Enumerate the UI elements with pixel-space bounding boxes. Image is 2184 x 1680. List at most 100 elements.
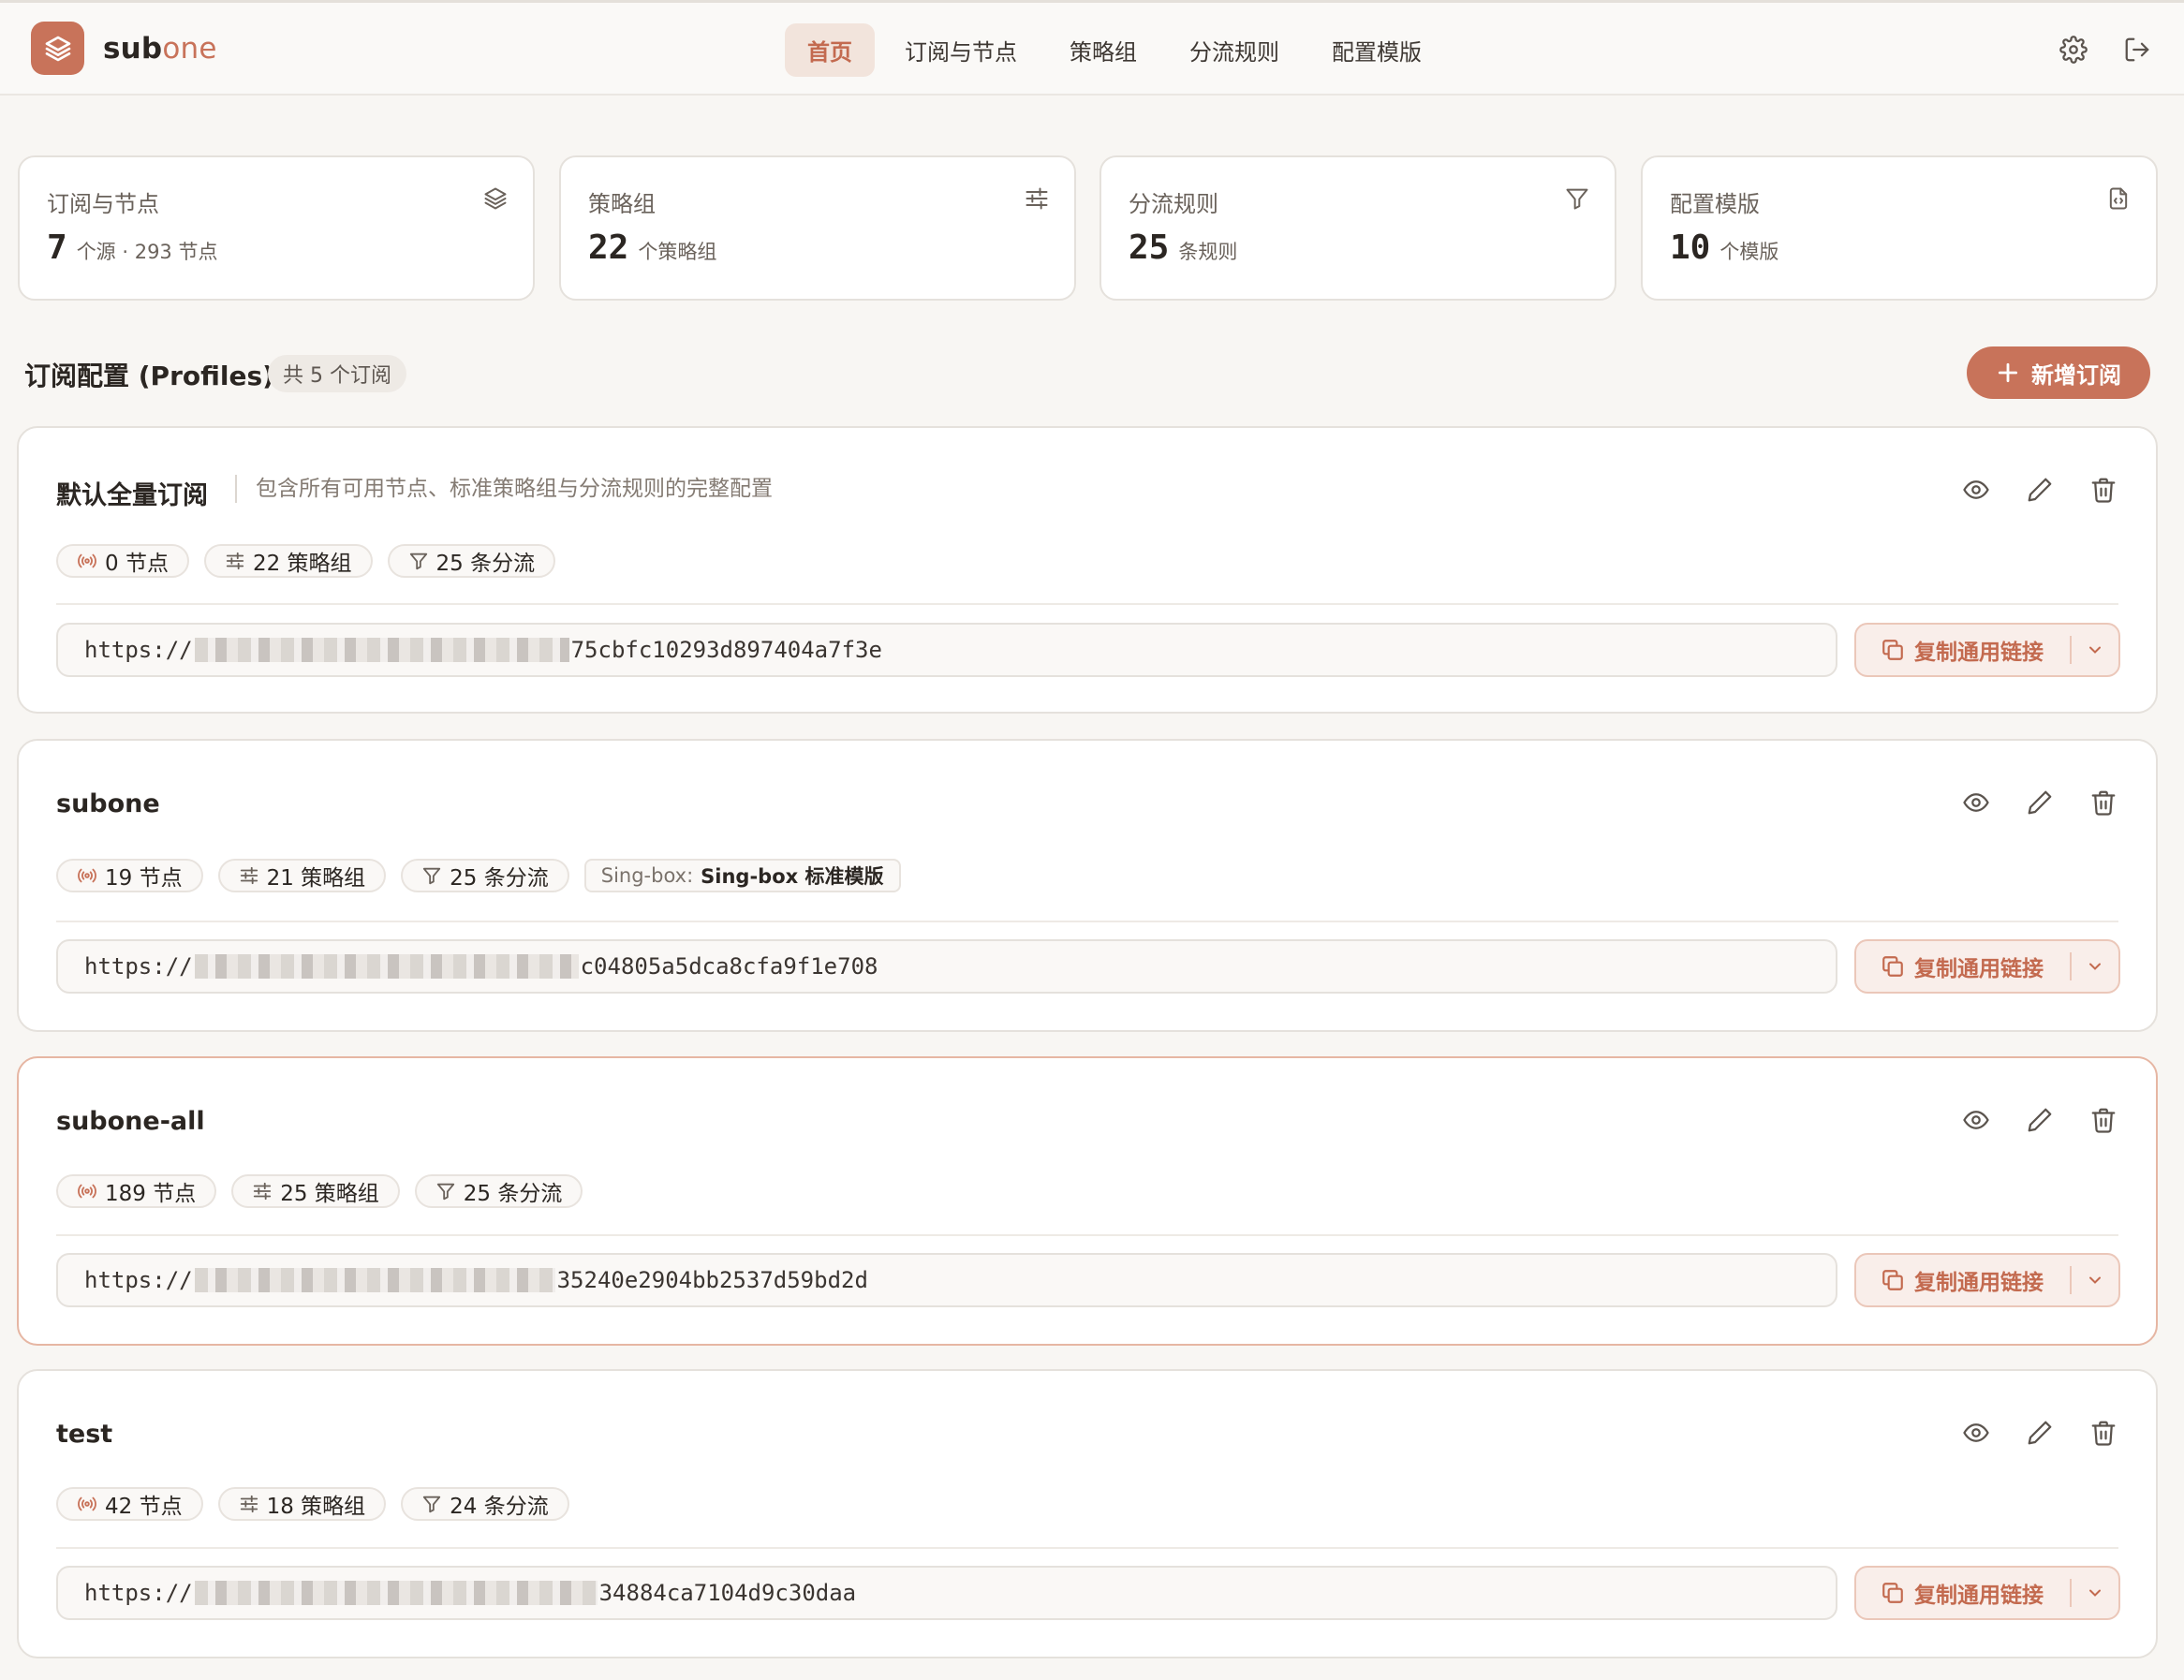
copy-link-button: 复制通用链接 xyxy=(1854,1253,2120,1307)
template-label: Sing-box: xyxy=(600,864,694,887)
settings-icon[interactable] xyxy=(2055,31,2092,68)
nav-templates[interactable]: 配置模版 xyxy=(1309,23,1444,77)
stat-card-policy-groups[interactable]: 策略组 22 个策略组 xyxy=(559,155,1076,301)
stat-subtext: 个策略组 xyxy=(638,241,717,263)
copy-link-label: 复制通用链接 xyxy=(1914,641,2044,665)
filter-icon xyxy=(1564,185,1590,212)
copy-link-main[interactable]: 复制通用链接 xyxy=(1856,625,2070,675)
nodes-count: 42 节点 xyxy=(105,1495,183,1519)
view-icon[interactable] xyxy=(1957,784,1995,821)
divider xyxy=(56,1547,2118,1549)
copy-icon xyxy=(1882,640,1903,660)
profile-name: 默认全量订阅 xyxy=(56,481,208,510)
brand-name-accent: one xyxy=(162,31,217,66)
add-subscription-button[interactable]: 新增订阅 xyxy=(1967,346,2150,399)
profile-name: subone xyxy=(56,789,160,818)
subscription-url-field[interactable]: https:// 34884ca7104d9c30daa xyxy=(56,1566,1837,1620)
nodes-count: 0 节点 xyxy=(105,552,169,576)
chevron-down-icon[interactable] xyxy=(2072,1255,2118,1305)
delete-icon[interactable] xyxy=(2085,1414,2122,1452)
filter-icon xyxy=(422,867,441,885)
edit-icon[interactable] xyxy=(2021,471,2059,508)
groups-count: 21 策略组 xyxy=(266,866,366,891)
stat-title: 配置模版 xyxy=(1670,191,1760,217)
copy-link-label: 复制通用链接 xyxy=(1914,1584,2044,1608)
profile-name: test xyxy=(56,1420,113,1449)
edit-icon[interactable] xyxy=(2021,1414,2059,1452)
divider xyxy=(56,1234,2118,1236)
stat-title: 策略组 xyxy=(588,191,656,217)
copy-link-label: 复制通用链接 xyxy=(1914,957,2044,981)
logout-icon[interactable] xyxy=(2118,31,2156,68)
subscription-url-field[interactable]: https:// 35240e2904bb2537d59bd2d xyxy=(56,1253,1837,1307)
nav-policy-groups[interactable]: 策略组 xyxy=(1047,23,1159,77)
nav-subscriptions[interactable]: 订阅与节点 xyxy=(882,23,1040,77)
stat-value: 22 xyxy=(588,228,629,267)
template-value: Sing-box 标准模版 xyxy=(701,865,884,888)
rules-count: 25 条分流 xyxy=(435,552,536,576)
subscription-url-field[interactable]: https:// 75cbfc10293d897404a7f3e xyxy=(56,623,1837,677)
stat-card-templates[interactable]: 配置模版 10 个模版 xyxy=(1641,155,2158,301)
chevron-down-icon[interactable] xyxy=(2072,941,2118,992)
copy-link-button: 复制通用链接 xyxy=(1854,1566,2120,1620)
delete-icon[interactable] xyxy=(2085,471,2122,508)
nav-rules[interactable]: 分流规则 xyxy=(1167,23,1302,77)
add-subscription-label: 新增订阅 xyxy=(2031,361,2121,389)
layers-icon xyxy=(482,185,509,212)
edit-icon[interactable] xyxy=(2021,784,2059,821)
stat-subtext: 个源 · 293 节点 xyxy=(76,241,218,263)
sliders-icon xyxy=(226,552,244,570)
view-icon[interactable] xyxy=(1957,471,1995,508)
filter-icon xyxy=(409,553,427,570)
stat-value: 25 xyxy=(1129,228,1170,267)
rules-tag: 25 条分流 xyxy=(414,1174,583,1208)
top-actions xyxy=(2029,31,2156,68)
delete-icon[interactable] xyxy=(2085,784,2122,821)
profile-card: test 42 节点 18 策略组 24 条分流 https:// 34884c… xyxy=(17,1369,2158,1658)
copy-link-main[interactable]: 复制通用链接 xyxy=(1856,1568,2070,1618)
stat-subtext: 条规则 xyxy=(1178,241,1238,263)
divider xyxy=(56,603,2118,605)
sliders-icon xyxy=(240,866,258,885)
groups-tag: 22 策略组 xyxy=(203,544,373,578)
copy-link-button: 复制通用链接 xyxy=(1854,623,2120,677)
redacted-url-segment xyxy=(194,1581,598,1605)
stat-card-rules[interactable]: 分流规则 25 条规则 xyxy=(1099,155,1616,301)
sliders-icon xyxy=(254,1182,272,1201)
stat-value: 10 xyxy=(1670,228,1711,267)
section-title: 订阅配置 (Profiles) xyxy=(24,361,274,391)
nav-home[interactable]: 首页 xyxy=(785,23,875,77)
signal-icon xyxy=(78,1184,96,1199)
groups-tag: 21 策略组 xyxy=(217,859,387,892)
brand[interactable]: subone xyxy=(31,22,217,75)
url-suffix: 34884ca7104d9c30daa xyxy=(598,1580,857,1606)
url-prefix: https:// xyxy=(84,953,193,980)
count-badge: 共 5 个订阅 xyxy=(268,355,406,392)
filter-icon xyxy=(422,1496,441,1513)
rules-tag: 24 条分流 xyxy=(401,1487,569,1521)
chevron-down-icon[interactable] xyxy=(2072,625,2118,675)
edit-icon[interactable] xyxy=(2021,1101,2059,1139)
nodes-tag: 19 节点 xyxy=(56,859,203,892)
copy-link-main[interactable]: 复制通用链接 xyxy=(1856,1255,2070,1305)
copy-link-main[interactable]: 复制通用链接 xyxy=(1856,941,2070,992)
template-tag: Sing-box: Sing-box 标准模版 xyxy=(583,859,901,892)
signal-icon xyxy=(78,1496,96,1511)
url-prefix: https:// xyxy=(84,1267,193,1293)
stat-subtext: 个模版 xyxy=(1719,241,1779,263)
stat-value: 7 xyxy=(47,228,67,267)
brand-name: subone xyxy=(103,32,217,66)
chevron-down-icon[interactable] xyxy=(2072,1568,2118,1618)
stat-card-subscriptions[interactable]: 订阅与节点 7 个源 · 293 节点 xyxy=(18,155,535,301)
rules-tag: 25 条分流 xyxy=(387,544,556,578)
subscription-url-field[interactable]: https:// c04805a5dca8cfa9f1e708 xyxy=(56,939,1837,994)
stat-title: 订阅与节点 xyxy=(47,191,159,217)
groups-count: 22 策略组 xyxy=(252,552,352,576)
signal-icon xyxy=(78,868,96,883)
delete-icon[interactable] xyxy=(2085,1101,2122,1139)
copy-icon xyxy=(1882,1270,1903,1290)
rules-count: 25 条分流 xyxy=(450,866,549,891)
view-icon[interactable] xyxy=(1957,1101,1995,1139)
logo-icon xyxy=(31,22,84,75)
view-icon[interactable] xyxy=(1957,1414,1995,1452)
